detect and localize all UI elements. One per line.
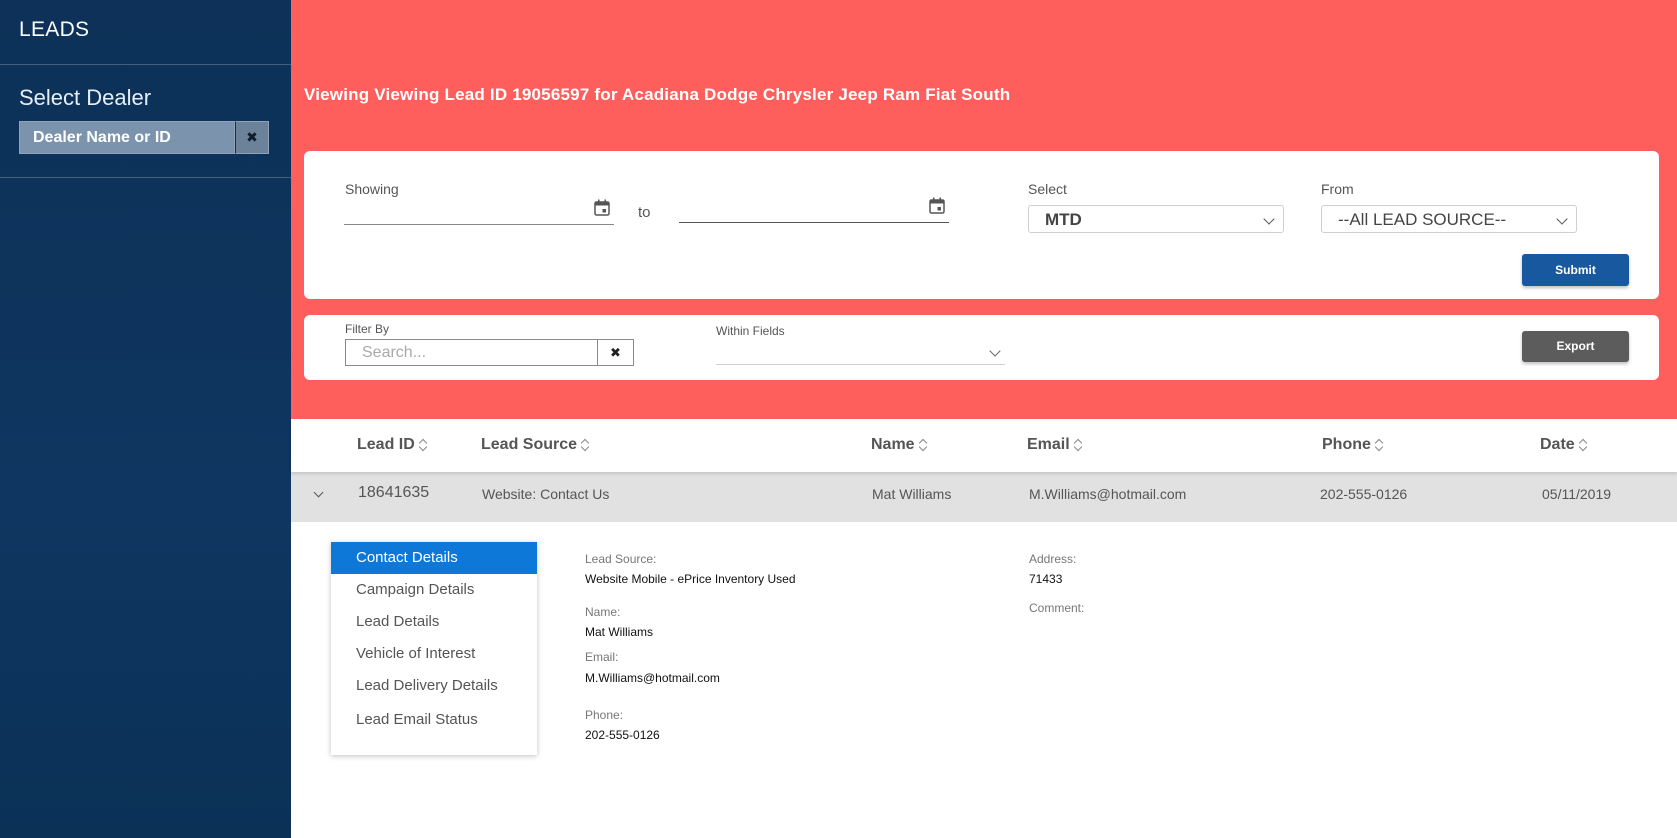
period-select-value: MTD	[1045, 210, 1082, 229]
lead-source-value: Website Mobile - ePrice Inventory Used	[585, 572, 796, 586]
column-label: Lead ID	[357, 436, 415, 453]
name-label: Name:	[585, 605, 621, 619]
from-label: From	[1321, 181, 1354, 197]
header-panel: Viewing Viewing Lead ID 19056597 for Aca…	[291, 0, 1677, 419]
end-date-input[interactable]	[679, 194, 949, 223]
sort-icon	[419, 439, 427, 451]
column-name[interactable]: Name	[871, 436, 927, 454]
dealer-picker: Dealer Name or ID ✖	[19, 121, 269, 154]
menu-vehicle-of-interest[interactable]: Vehicle of Interest	[331, 638, 537, 670]
table-row[interactable]: 18641635 Website: Contact Us Mat William…	[291, 472, 1677, 522]
start-date-input[interactable]	[344, 196, 614, 225]
dealer-section: Select Dealer Dealer Name or ID ✖	[0, 65, 291, 178]
sort-icon	[1074, 439, 1082, 451]
to-label: to	[638, 204, 651, 221]
chevron-down-icon[interactable]	[313, 487, 324, 498]
menu-lead-delivery-details[interactable]: Lead Delivery Details	[331, 670, 537, 702]
column-label: Phone	[1322, 436, 1371, 453]
sort-icon	[919, 439, 927, 451]
address-value: 71433	[1029, 572, 1063, 586]
lead-source-label: Lead Source:	[585, 552, 657, 566]
close-icon: ✖	[246, 129, 258, 145]
email-label: Email:	[585, 650, 619, 664]
menu-lead-email-status[interactable]: Lead Email Status	[331, 704, 537, 736]
comment-label: Comment:	[1029, 601, 1085, 615]
address-label: Address:	[1029, 552, 1077, 566]
phone-label: Phone:	[585, 708, 624, 722]
filter-by-label: Filter By	[345, 322, 390, 336]
search-input[interactable]	[345, 339, 598, 366]
app-title: LEADS	[0, 0, 291, 65]
chevron-down-icon	[1263, 213, 1275, 225]
sort-icon	[1579, 439, 1587, 451]
row-lead-source: Website: Contact Us	[482, 486, 610, 502]
within-fields-label: Within Fields	[716, 324, 785, 338]
date-filter-card: Showing to Select MTD From --All LEAD SO…	[304, 151, 1659, 299]
row-lead-id: 18641635	[358, 484, 430, 501]
column-email[interactable]: Email	[1027, 436, 1082, 454]
search-card: Filter By ✖ Within Fields Export	[304, 315, 1659, 380]
select-dealer-heading: Select Dealer	[19, 85, 152, 110]
column-lead-source[interactable]: Lead Source	[481, 436, 589, 454]
calendar-icon[interactable]	[929, 197, 945, 214]
sidebar: LEADS Select Dealer Dealer Name or ID ✖	[0, 0, 291, 838]
phone-value: 202-555-0126	[585, 728, 660, 742]
dealer-clear-button[interactable]: ✖	[235, 121, 269, 154]
sort-icon	[1375, 439, 1383, 451]
column-label: Date	[1540, 436, 1575, 453]
row-phone: 202-555-0126	[1320, 486, 1408, 502]
export-button[interactable]: Export	[1522, 331, 1629, 362]
search-clear-button[interactable]: ✖	[598, 339, 634, 366]
column-date[interactable]: Date	[1540, 436, 1587, 454]
period-select[interactable]: MTD	[1028, 205, 1284, 233]
chevron-down-icon	[989, 345, 1001, 357]
chevron-down-icon	[1556, 213, 1568, 225]
menu-campaign-details[interactable]: Campaign Details	[331, 574, 537, 606]
lead-source-select[interactable]: --All LEAD SOURCE--	[1321, 205, 1577, 233]
table-header: Lead ID Lead Source Name Email Phone Dat…	[291, 419, 1677, 472]
showing-label: Showing	[345, 181, 399, 197]
submit-button[interactable]: Submit	[1522, 254, 1629, 286]
detail-menu: Contact Details Campaign Details Lead De…	[331, 542, 537, 755]
close-icon: ✖	[610, 345, 621, 360]
name-value: Mat Williams	[585, 625, 653, 639]
search-group: ✖	[345, 339, 634, 366]
within-fields-select[interactable]	[716, 339, 1005, 365]
row-name: Mat Williams	[872, 486, 952, 502]
select-label: Select	[1028, 181, 1067, 197]
row-email: M.Williams@hotmail.com	[1029, 486, 1187, 502]
sort-icon	[581, 439, 589, 451]
menu-contact-details[interactable]: Contact Details	[331, 542, 537, 574]
column-label: Lead Source	[481, 436, 578, 453]
menu-lead-details[interactable]: Lead Details	[331, 606, 537, 638]
page-title: Viewing Viewing Lead ID 19056597 for Aca…	[304, 85, 1011, 104]
email-value: M.Williams@hotmail.com	[585, 671, 720, 685]
lead-source-select-value: --All LEAD SOURCE--	[1338, 210, 1507, 229]
row-date: 05/11/2019	[1542, 486, 1612, 502]
column-phone[interactable]: Phone	[1322, 436, 1383, 454]
column-label: Email	[1027, 436, 1070, 453]
dealer-search-field[interactable]: Dealer Name or ID	[19, 121, 235, 154]
column-label: Name	[871, 436, 915, 453]
calendar-icon[interactable]	[594, 199, 610, 216]
column-lead-id[interactable]: Lead ID	[357, 436, 427, 454]
